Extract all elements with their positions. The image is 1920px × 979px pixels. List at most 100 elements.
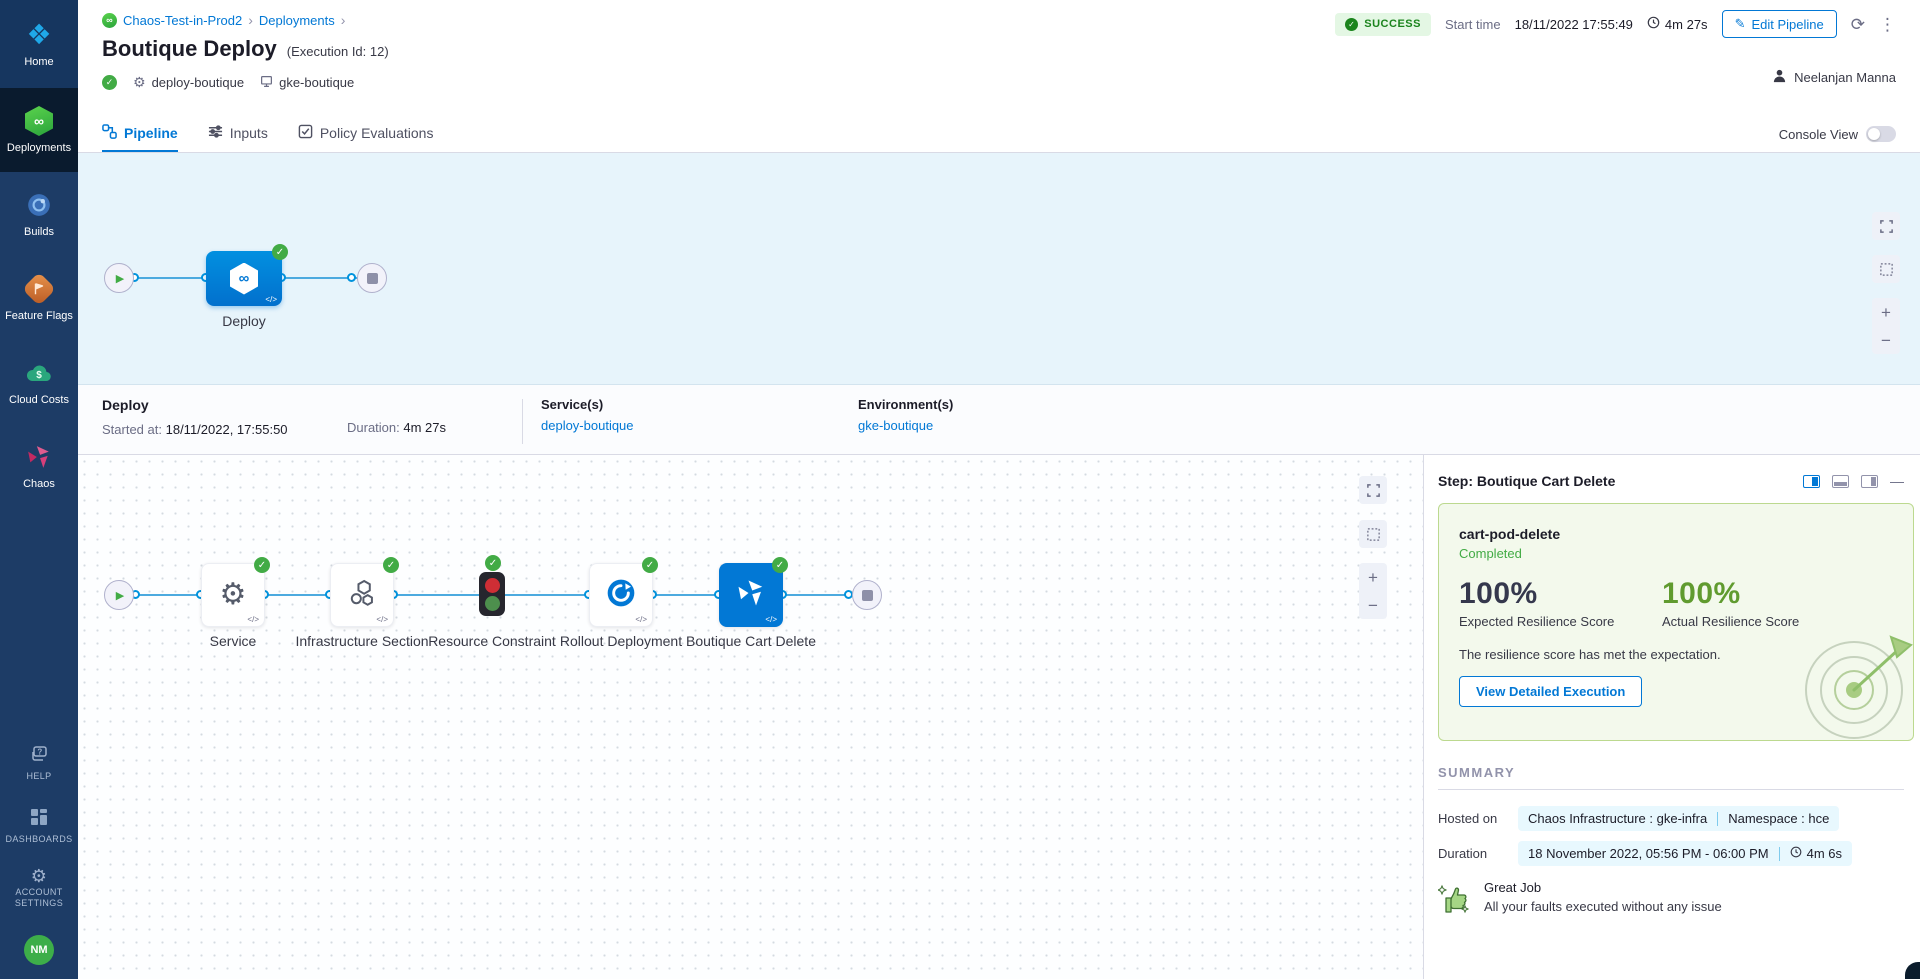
console-view-toggle[interactable] [1866, 126, 1896, 142]
summary-section: SUMMARY Hosted on Chaos Infrastructure :… [1424, 741, 1920, 921]
harness-logo-icon: ❖ [26, 20, 51, 50]
sidebar-item-label: Feature Flags [5, 310, 73, 322]
sidebar-item-help[interactable]: ? HELP [26, 745, 51, 782]
page-header: ∞ Chaos-Test-in-Prod2 › Deployments › Bo… [78, 0, 1920, 116]
fullscreen-button[interactable] [1872, 212, 1900, 240]
environment-link[interactable]: gke-boutique [858, 418, 953, 433]
stage-details-strip: Deploy Started at: 18/11/2022, 17:55:50 … [78, 385, 1920, 455]
selection-tool-button[interactable] [1359, 520, 1387, 548]
pipeline-end-node[interactable] [357, 263, 387, 293]
deployments-icon: ∞ [25, 106, 53, 136]
environment-tag[interactable]: gke-boutique [260, 75, 354, 91]
stage-graph-canvas[interactable]: ▶ ∞ ✓ </> Deploy + − [78, 153, 1920, 385]
expected-score-label: Expected Resilience Score [1459, 614, 1662, 629]
sidebar-item-home[interactable]: ❖ Home [0, 0, 78, 88]
experiment-name: cart-pod-delete [1459, 526, 1893, 542]
console-view-label: Console View [1779, 127, 1858, 142]
sidebar-item-feature-flags[interactable]: Feature Flags [0, 256, 78, 340]
code-icon: </> [265, 295, 277, 304]
stop-icon [367, 273, 378, 284]
edge-connector-dot [347, 273, 356, 282]
step-node-boutique-cart-delete[interactable]: ✓ </> [719, 563, 783, 627]
sidebar-item-deployments[interactable]: ∞ Deployments [0, 88, 78, 172]
zoom-controls: + − [1872, 298, 1900, 354]
svg-text:$: $ [36, 370, 42, 381]
status-badge: ✓ SUCCESS [1335, 13, 1431, 36]
code-icon: </> [765, 615, 777, 624]
clock-icon [1790, 846, 1802, 861]
tab-pipeline[interactable]: Pipeline [102, 116, 178, 152]
pipeline-start-node[interactable]: ▶ [104, 263, 134, 293]
cloud-costs-icon: $ [25, 358, 53, 388]
layout-bottom-view-button[interactable] [1832, 475, 1849, 488]
divider [1779, 847, 1780, 861]
minimize-panel-button[interactable]: — [1890, 473, 1904, 489]
inputs-icon [208, 124, 223, 142]
step-end-node[interactable] [852, 580, 882, 610]
duration-chip: 18 November 2022, 05:56 PM - 06:00 PM 4m… [1518, 841, 1852, 866]
step-graph-canvas[interactable]: ▶ ⚙ ✓ </> ✓ </> ✓ [78, 455, 1423, 979]
check-icon: ✓ [1345, 18, 1358, 31]
chevron-right-icon: › [248, 12, 253, 28]
svg-text:?: ? [37, 748, 42, 757]
pencil-icon: ✎ [1735, 16, 1746, 32]
chaos-infrastructure-value: Chaos Infrastructure : gke-infra [1528, 811, 1707, 826]
step-node-infrastructure[interactable]: ✓ </> [330, 563, 394, 627]
pipeline-icon [102, 124, 117, 142]
stage-node-deploy[interactable]: ∞ ✓ </> [206, 251, 282, 306]
rollout-icon [605, 577, 637, 614]
view-detailed-execution-button[interactable]: View Detailed Execution [1459, 676, 1642, 707]
step-node-resource-constraint[interactable] [479, 572, 505, 616]
step-label: Resource Constraint [422, 632, 562, 650]
sidebar-item-label: Chaos [23, 478, 55, 490]
step-label: Boutique Cart Delete [681, 632, 821, 650]
left-sidebar: ❖ Home ∞ Deployments Builds Feature Flag… [0, 0, 78, 979]
refresh-button[interactable]: ⟳ [1851, 16, 1865, 33]
service-tag[interactable]: ⚙ deploy-boutique [133, 74, 244, 91]
layout-right-view-button[interactable] [1803, 475, 1820, 488]
breadcrumb-deployments-link[interactable]: Deployments [259, 13, 335, 28]
user-avatar[interactable]: NM [24, 935, 54, 965]
service-link[interactable]: deploy-boutique [541, 418, 858, 433]
sidebar-item-label: Builds [24, 226, 54, 238]
code-icon: </> [635, 615, 647, 624]
sidebar-item-label: ACCOUNT SETTINGS [0, 887, 78, 909]
zoom-out-button[interactable]: − [1872, 326, 1900, 354]
selection-tool-button[interactable] [1872, 255, 1900, 283]
status-badge-label: SUCCESS [1364, 18, 1421, 30]
breadcrumb-project-link[interactable]: Chaos-Test-in-Prod2 [123, 13, 242, 28]
start-time-label: Start time [1445, 17, 1501, 32]
user-name: Neelanjan Manna [1794, 70, 1896, 85]
edit-pipeline-button[interactable]: ✎ Edit Pipeline [1722, 10, 1837, 38]
fullscreen-button[interactable] [1359, 476, 1387, 504]
environments-label: Environment(s) [858, 397, 953, 412]
zoom-in-button[interactable]: + [1359, 563, 1387, 591]
duration-value: 4m 27s [1647, 16, 1708, 32]
sidebar-item-account-settings[interactable]: ⚙ ACCOUNT SETTINGS [0, 871, 78, 909]
tab-policy-evaluations[interactable]: Policy Evaluations [298, 116, 434, 152]
layout-minimized-view-button[interactable] [1861, 475, 1878, 488]
sidebar-item-cloud-costs[interactable]: $ Cloud Costs [0, 340, 78, 424]
tab-inputs[interactable]: Inputs [208, 116, 268, 152]
gear-icon: ⚙ [133, 74, 146, 91]
policy-check-icon [298, 124, 313, 142]
current-user[interactable]: Neelanjan Manna [1772, 68, 1896, 86]
zoom-controls: + − [1359, 563, 1387, 619]
sidebar-item-label: HELP [26, 771, 51, 782]
sidebar-item-chaos[interactable]: Chaos [0, 424, 78, 508]
service-gear-icon: ⚙ [220, 580, 247, 610]
step-node-rollout-deployment[interactable]: ✓ </> [589, 563, 653, 627]
execution-id: (Execution Id: 12) [287, 44, 389, 59]
zoom-in-button[interactable]: + [1872, 298, 1900, 326]
play-icon: ▶ [116, 272, 124, 285]
step-success-icon: ✓ [772, 557, 788, 573]
chaos-result-card: cart-pod-delete Completed 100% Expected … [1438, 503, 1914, 741]
sidebar-item-dashboards[interactable]: DASHBOARDS [5, 808, 72, 845]
sidebar-item-builds[interactable]: Builds [0, 172, 78, 256]
zoom-out-button[interactable]: − [1359, 591, 1387, 619]
project-icon: ∞ [102, 13, 117, 28]
more-options-button[interactable]: ⋮ [1879, 16, 1896, 33]
infrastructure-icon [345, 576, 379, 615]
step-start-node[interactable]: ▶ [104, 580, 134, 610]
step-node-service[interactable]: ⚙ ✓ </> [201, 563, 265, 627]
